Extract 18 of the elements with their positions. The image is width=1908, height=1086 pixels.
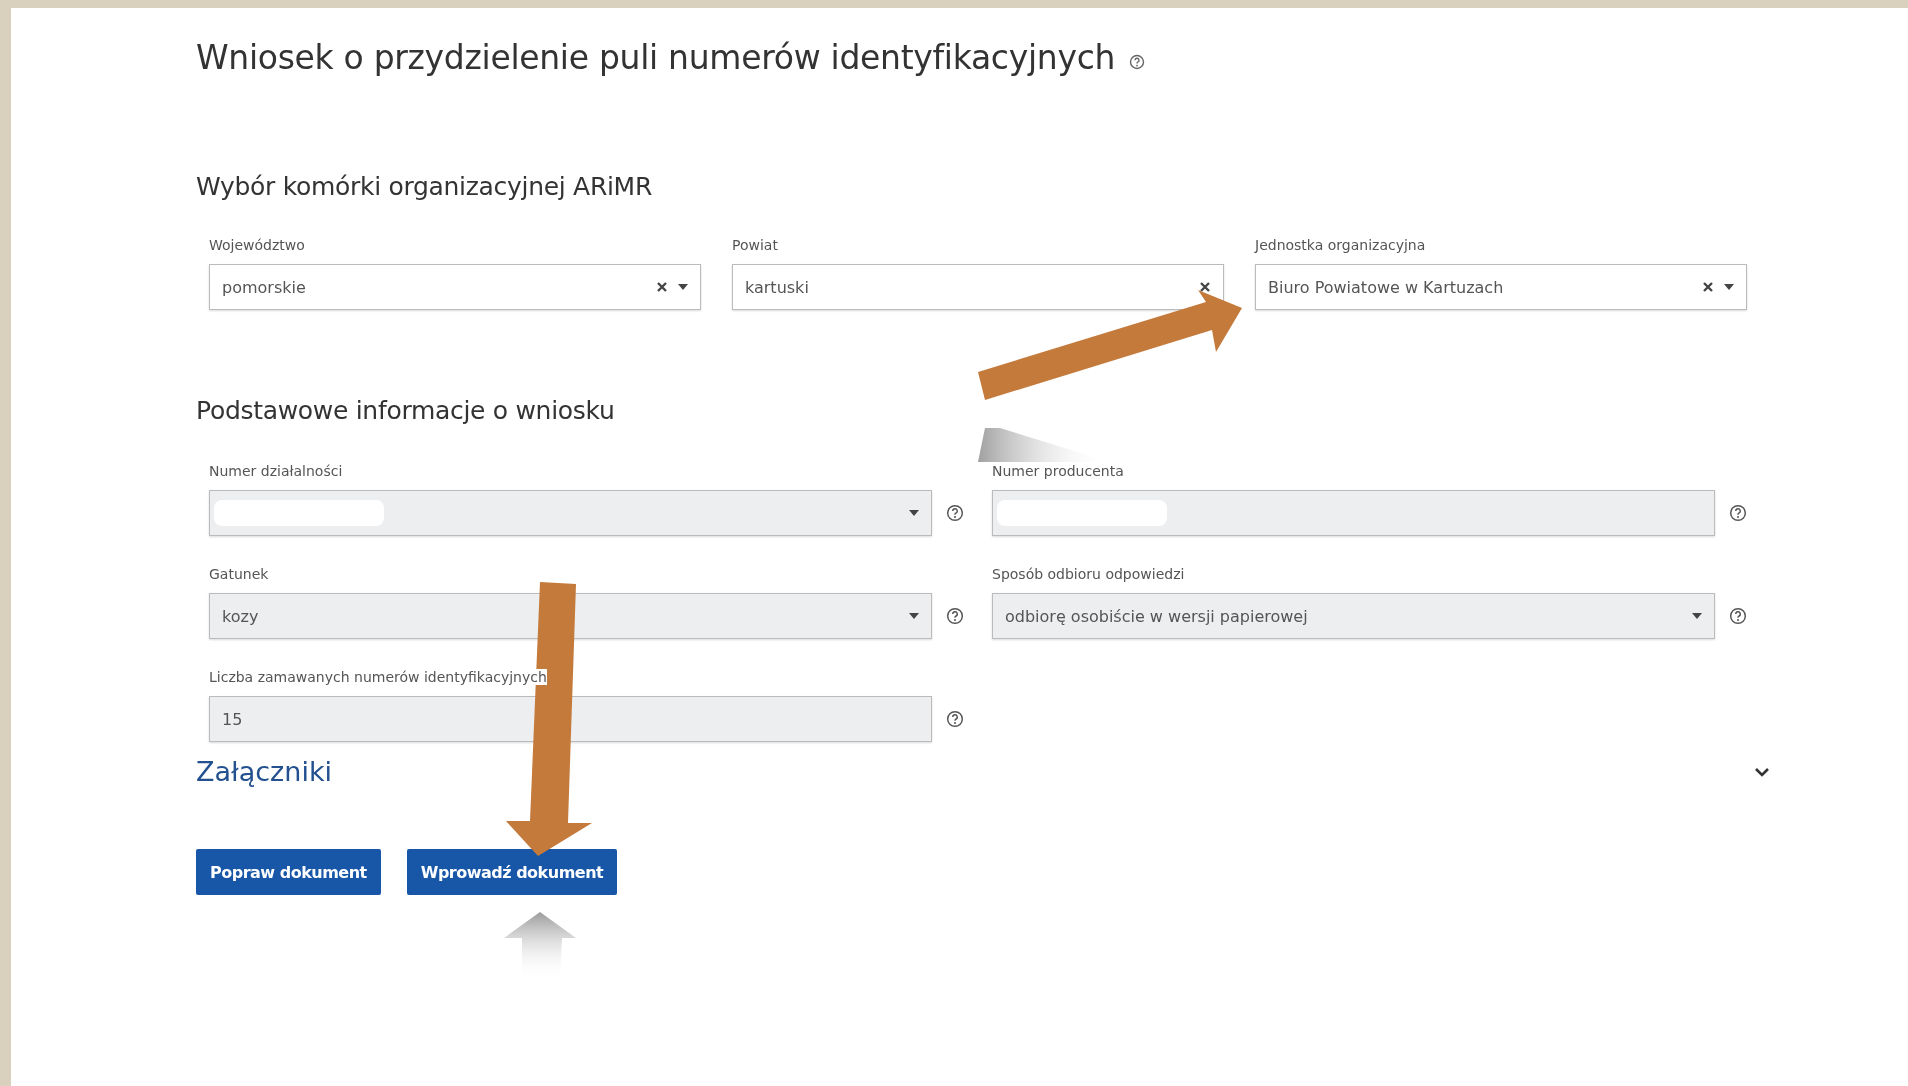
help-icon [1129, 53, 1146, 70]
field-label: Sposób odbioru odpowiedzi [992, 566, 1186, 582]
field-label: Województwo [209, 237, 306, 253]
section-heading: Załączniki [196, 756, 333, 787]
page-title: Wniosek o przydzielenie puli numerów identyfikacyjnych [196, 38, 1116, 77]
action-button[interactable]: Popraw dokument [196, 849, 381, 895]
input-field[interactable]: kartuski [732, 264, 1224, 310]
select-field[interactable]: Biuro Powiatowe w Kartuzach [1255, 264, 1747, 310]
section-heading: Podstawowe informacje o wniosku [196, 396, 616, 425]
field-label: Numer producenta [992, 463, 1125, 479]
field-label: Liczba zamawanych numerów identyfikacyjnych [209, 669, 547, 685]
select-field[interactable]: pomorskie [209, 264, 701, 310]
action-button[interactable]: Wprowadź dokument [406, 849, 618, 895]
field-label: Powiat [732, 237, 779, 253]
field-label: Numer działalności [209, 463, 344, 479]
field-label: Jednostka organizacyjna [1255, 237, 1427, 253]
field-label: Gatunek [209, 566, 270, 582]
section-heading: Wybór komórki organizacyjnej ARiMR [196, 172, 653, 201]
